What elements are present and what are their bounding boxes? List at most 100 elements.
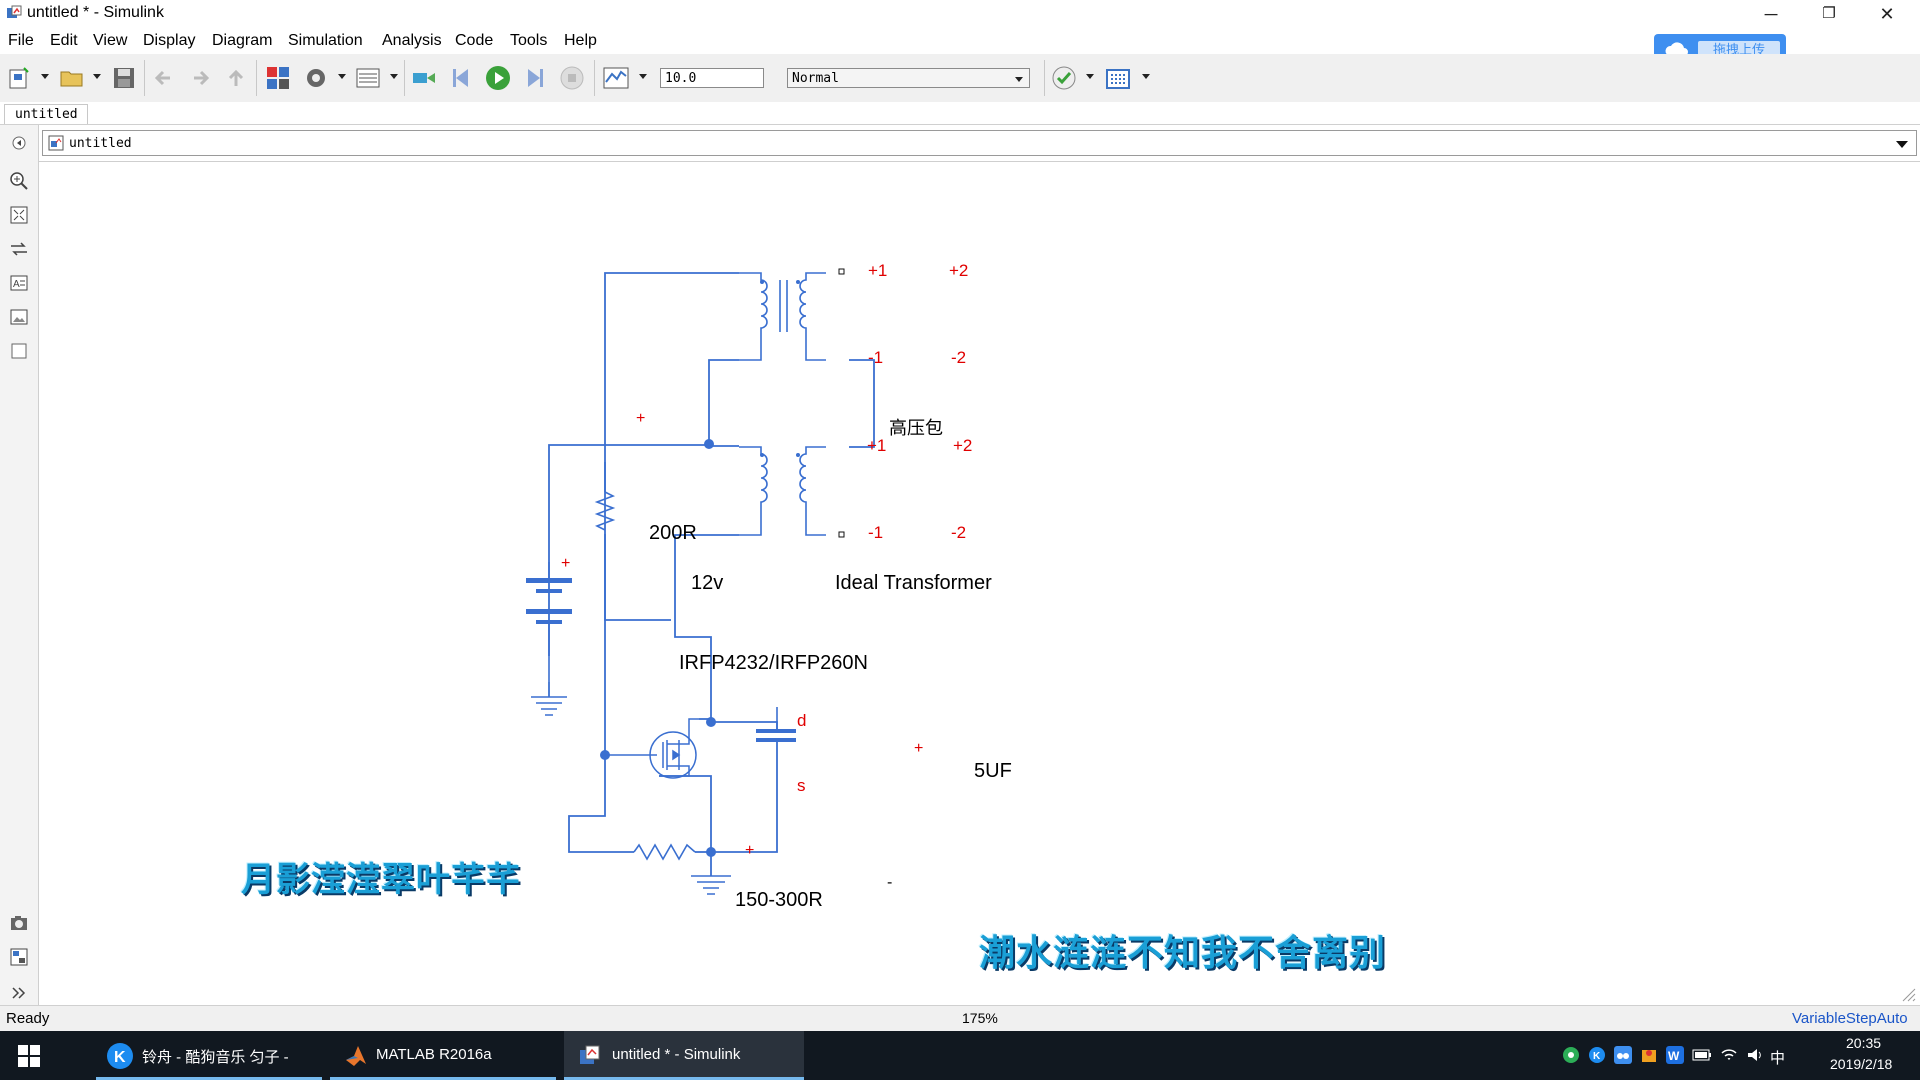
build-dropdown-icon[interactable] — [1142, 74, 1150, 79]
taskbar-item-kugou[interactable]: K 铃舟 - 酷狗音乐 匀子 - — [96, 1031, 322, 1080]
record-icon[interactable] — [410, 64, 438, 92]
port-label: + — [745, 842, 755, 859]
arrow-icon[interactable] — [9, 239, 29, 259]
model-advisor-icon[interactable] — [1050, 64, 1078, 92]
kugou-icon: K — [107, 1043, 133, 1069]
toolbar-separator — [594, 60, 595, 96]
up-icon[interactable] — [222, 64, 250, 92]
taskbar-item-matlab[interactable]: MATLAB R2016a — [330, 1031, 556, 1080]
tray-app-icon[interactable] — [1640, 1046, 1658, 1064]
port-label: s — [797, 776, 806, 795]
image-icon[interactable] — [9, 307, 29, 327]
tray-app-icon[interactable] — [1562, 1046, 1580, 1064]
menu-file[interactable]: File — [8, 32, 34, 50]
explorer-dropdown-icon[interactable] — [390, 74, 398, 79]
forward-icon[interactable] — [186, 64, 214, 92]
model-browser-icon[interactable] — [9, 947, 29, 967]
taskbar-item-simulink[interactable]: untitled * - Simulink — [564, 1031, 804, 1080]
breadcrumb[interactable]: untitled — [42, 130, 1917, 156]
status-solver[interactable]: VariableStepAuto — [1792, 1010, 1908, 1027]
transformer-top — [739, 272, 826, 361]
resize-grip-icon[interactable] — [1899, 985, 1917, 1003]
kugou-tray-icon[interactable]: K — [1588, 1046, 1606, 1064]
resistor-source-label[interactable]: 150-300R — [735, 889, 823, 912]
ground-minus-label: - — [887, 874, 893, 891]
build-icon[interactable] — [1104, 64, 1132, 92]
taskbar-item-label: 铃舟 - 酷狗音乐 匀子 - — [142, 1049, 289, 1066]
menu-view[interactable]: View — [93, 32, 127, 50]
open-icon[interactable] — [58, 64, 86, 92]
save-icon[interactable] — [110, 64, 138, 92]
menu-analysis[interactable]: Analysis — [382, 32, 442, 50]
stop-time-input[interactable]: 10.0 — [660, 68, 764, 88]
config-dropdown-icon[interactable] — [338, 74, 346, 79]
simulink-icon — [580, 1045, 600, 1064]
junctions — [600, 439, 716, 857]
wps-tray-icon[interactable]: W — [1666, 1046, 1684, 1064]
close-button[interactable]: ✕ — [1864, 0, 1910, 28]
baidu-cloud-tray-icon[interactable] — [1614, 1046, 1632, 1064]
status-bar: Ready 175% VariableStepAuto — [0, 1005, 1920, 1032]
simulink-app-icon — [7, 5, 22, 18]
svg-text:K: K — [114, 1049, 126, 1066]
hide-explorer-icon[interactable] — [9, 133, 29, 153]
model-config-icon[interactable] — [302, 64, 330, 92]
restore-button[interactable]: ❐ — [1806, 0, 1852, 28]
area-icon[interactable] — [9, 341, 29, 361]
menu-display[interactable]: Display — [143, 32, 195, 50]
block-name-ideal-transformer[interactable]: Ideal Transformer — [835, 572, 992, 595]
toolbar-separator — [1044, 60, 1045, 96]
new-dropdown-icon[interactable] — [41, 74, 49, 79]
annotation-icon[interactable]: A — [9, 273, 29, 293]
step-back-icon[interactable] — [448, 64, 476, 92]
windows-start-icon[interactable] — [18, 1045, 40, 1067]
zoom-icon[interactable] — [9, 171, 29, 191]
clock-date[interactable]: 2019/2/18 — [1830, 1056, 1892, 1072]
breadcrumb-bar: untitled — [39, 125, 1920, 161]
wifi-icon[interactable] — [1720, 1046, 1738, 1064]
tab-untitled[interactable]: untitled — [4, 104, 88, 124]
menu-edit[interactable]: Edit — [50, 32, 78, 50]
battery-label[interactable]: 12v — [691, 572, 723, 595]
data-inspector-icon[interactable] — [602, 64, 630, 92]
volume-icon[interactable] — [1746, 1046, 1764, 1064]
toolbar-separator — [256, 60, 257, 96]
menu-code[interactable]: Code — [455, 32, 493, 50]
minimize-button[interactable]: ─ — [1748, 0, 1794, 28]
ground-source — [691, 875, 731, 895]
ground-battery — [531, 696, 567, 716]
capacitor-label[interactable]: 5UF — [974, 760, 1012, 783]
diagram-canvas[interactable]: +1 +2 -1 -2 +1 +2 -1 -2 高压包 Ideal Transf… — [39, 161, 1920, 1005]
toolbar-separator — [404, 60, 405, 96]
run-icon[interactable] — [484, 64, 512, 92]
fit-to-view-icon[interactable] — [9, 205, 29, 225]
mosfet-label[interactable]: IRFP4232/IRFP260N — [679, 652, 868, 675]
stop-icon[interactable] — [558, 64, 586, 92]
simulation-mode-select[interactable]: Normal — [787, 68, 1030, 88]
clock-time[interactable]: 20:35 — [1846, 1035, 1881, 1051]
back-icon[interactable] — [150, 64, 178, 92]
block-name-high-voltage-pack[interactable]: 高压包 — [889, 414, 943, 440]
new-model-icon[interactable] — [6, 64, 34, 92]
transformer-bottom — [739, 446, 826, 536]
model-explorer-icon[interactable] — [354, 64, 382, 92]
port-label: + — [914, 740, 924, 757]
menu-diagram[interactable]: Diagram — [212, 32, 272, 50]
menu-simulation[interactable]: Simulation — [288, 32, 363, 50]
inspector-dropdown-icon[interactable] — [639, 74, 647, 79]
open-dropdown-icon[interactable] — [93, 74, 101, 79]
model-icon — [48, 135, 64, 151]
advisor-dropdown-icon[interactable] — [1086, 74, 1094, 79]
expand-palette-icon[interactable] — [9, 983, 29, 1003]
ime-indicator[interactable]: 中 — [1770, 1047, 1785, 1068]
menu-help[interactable]: Help — [564, 32, 597, 50]
library-browser-icon[interactable] — [264, 64, 292, 92]
resistor-gate-label[interactable]: 200R — [649, 522, 697, 545]
menu-tools[interactable]: Tools — [510, 32, 547, 50]
screenshot-icon[interactable] — [9, 913, 29, 933]
svg-text:A: A — [13, 279, 20, 290]
chevron-down-icon[interactable] — [1896, 141, 1908, 148]
battery-icon[interactable] — [1692, 1048, 1712, 1062]
step-forward-icon[interactable] — [520, 64, 548, 92]
port-label: + — [636, 410, 646, 427]
